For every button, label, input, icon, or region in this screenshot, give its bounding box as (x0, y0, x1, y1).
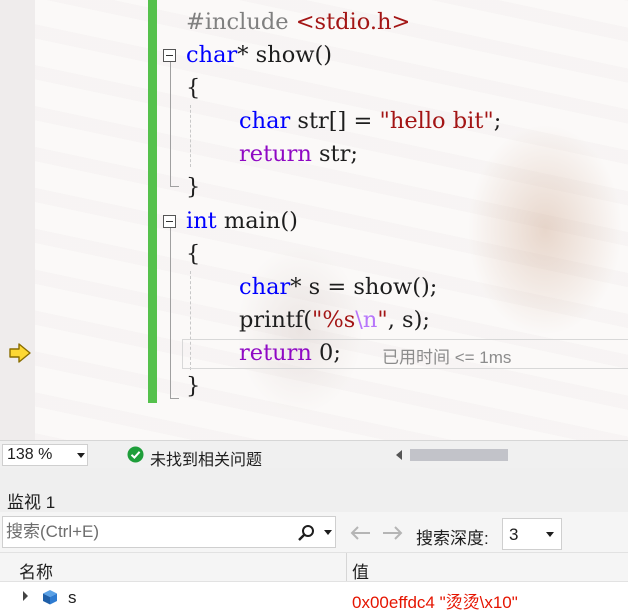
chevron-down-icon (546, 532, 554, 537)
code-text: , s); (387, 307, 430, 333)
code-line-3[interactable]: { (186, 72, 200, 105)
code-escape: \n (355, 307, 378, 333)
column-divider[interactable] (346, 553, 347, 581)
watch-search-box[interactable] (2, 516, 336, 548)
search-previous-icon[interactable] (348, 524, 372, 542)
column-header-name[interactable]: 名称 (19, 558, 53, 583)
code-func: printf( (239, 307, 312, 333)
issues-status[interactable]: 未找到相关问题 (150, 446, 262, 470)
code-line-10[interactable]: printf("%s\n", s); (239, 304, 430, 337)
code-line-7[interactable]: int main() (186, 205, 298, 238)
column-header-value[interactable]: 值 (352, 558, 369, 583)
fold-guide-main (170, 228, 171, 398)
watch-column-header: 名称 值 (0, 552, 628, 582)
code-text: * show() (237, 42, 333, 68)
horizontal-scrollbar-thumb[interactable] (410, 449, 508, 461)
editor-status-bar: 138 % 未找到相关问题 (0, 440, 628, 470)
fold-end-show (170, 186, 179, 187)
code-type: char (239, 108, 291, 134)
include-header: <stdio.h> (295, 9, 411, 35)
code-line-12[interactable]: } (186, 370, 200, 403)
search-depth-label: 搜索深度: (416, 529, 489, 548)
code-line-5[interactable]: return str; (239, 138, 358, 171)
fold-guide-show (170, 62, 171, 186)
code-text: main() (216, 208, 298, 234)
breakpoint-gutter[interactable] (0, 0, 35, 440)
scroll-left-icon[interactable] (396, 450, 402, 460)
perf-tip[interactable]: 已用时间 <= 1ms (382, 343, 511, 368)
zoom-dropdown[interactable]: 138 % (2, 444, 88, 466)
code-string: " (377, 307, 388, 333)
collapse-show-icon[interactable] (163, 49, 176, 62)
search-depth-value: 3 (509, 525, 519, 544)
code-type: char (186, 42, 238, 68)
code-text: ; (493, 108, 502, 134)
code-text: { (186, 75, 201, 101)
code-line-1[interactable]: #include <stdio.h> (186, 6, 410, 39)
variable-cube-icon (43, 590, 57, 605)
indent-guide-show (190, 105, 191, 167)
chevron-down-icon[interactable] (324, 530, 332, 535)
code-keyword: return (239, 340, 312, 366)
fold-end-main (170, 398, 179, 399)
code-text: } (186, 174, 201, 200)
code-line-8[interactable]: { (186, 238, 200, 271)
code-text: str; (311, 141, 358, 167)
code-keyword: return (239, 141, 312, 167)
search-next-icon[interactable] (381, 524, 405, 542)
watch-window-title: 监视 1 (7, 493, 56, 512)
expand-arrow-icon[interactable] (23, 591, 28, 601)
execution-pointer-icon (9, 343, 31, 363)
code-line-2[interactable]: char* show() (186, 39, 332, 72)
code-text: 0; (311, 340, 341, 366)
code-text: { (186, 241, 201, 267)
check-circle-icon (127, 446, 144, 463)
code-string: "hello bit" (379, 108, 494, 134)
code-line-6[interactable]: } (186, 171, 200, 204)
zoom-value: 138 % (7, 446, 53, 463)
search-input[interactable] (6, 521, 286, 543)
watch-item-value[interactable]: 0x00effdc4 "烫烫\x10" (352, 588, 518, 613)
collapse-main-icon[interactable] (163, 215, 176, 228)
code-line-11[interactable]: return 0; (239, 337, 341, 370)
code-line-9[interactable]: char* s = show(); (239, 271, 437, 304)
code-text: } (186, 373, 201, 399)
watch-item-name[interactable]: s (68, 588, 77, 608)
code-string: "%s (312, 307, 356, 333)
code-text: * s = show(); (290, 274, 438, 300)
watch-title-bar[interactable] (0, 468, 628, 512)
code-text: str[] = (290, 108, 380, 134)
chevron-down-icon (77, 453, 85, 458)
search-depth-dropdown[interactable]: 3 (502, 518, 562, 550)
include-directive: #include (186, 9, 296, 35)
code-type: int (186, 208, 217, 234)
change-tracking-bar (148, 0, 157, 403)
code-type: char (239, 274, 291, 300)
search-icon[interactable] (297, 524, 315, 542)
code-line-4[interactable]: char str[] = "hello bit"; (239, 105, 501, 138)
code-editor[interactable]: #include <stdio.h> char* show() { char s… (0, 0, 628, 440)
table-row[interactable]: s 0x00effdc4 "烫烫\x10" (0, 582, 628, 612)
